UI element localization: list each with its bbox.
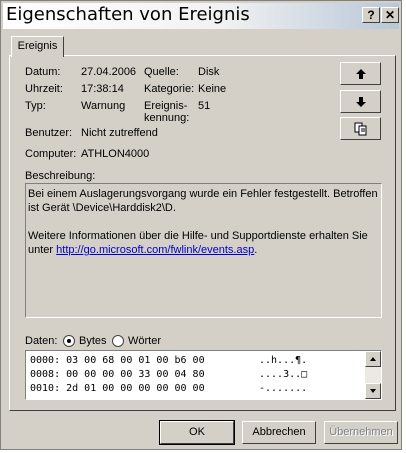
hex-ascii: -....... <box>259 383 308 394</box>
description-label: Beschreibung: <box>25 170 96 182</box>
data-hex-view[interactable]: 0000: 03 00 68 00 01 00 b6 00 ..h...¶. 0… <box>25 350 382 400</box>
tab-ereignis[interactable]: Ereignis <box>11 36 64 57</box>
event-id-value: 51 <box>198 100 211 112</box>
category-label: Kategorie: <box>144 83 195 95</box>
close-button[interactable]: ✕ <box>381 7 399 23</box>
previous-event-button[interactable] <box>340 62 381 85</box>
time-value: 17:38:14 <box>81 83 124 95</box>
hex-ascii: ....3..□ <box>259 369 308 380</box>
category-value: Keine <box>198 83 227 95</box>
cancel-button-label: Abbrechen <box>252 426 306 438</box>
ok-button-label: OK <box>189 426 205 438</box>
hex-row: 0008: 00 00 00 00 33 00 04 80 <box>30 369 205 380</box>
copy-button[interactable] <box>340 117 381 140</box>
title-bar: Eigenschaften von Ereignis ? ✕ <box>3 3 399 29</box>
copy-icon <box>354 122 367 136</box>
source-value: Disk <box>198 66 220 78</box>
type-label: Typ: <box>25 100 46 112</box>
next-event-button[interactable] <box>340 90 381 113</box>
arrow-up-icon <box>356 69 366 79</box>
words-radio[interactable] <box>112 335 124 347</box>
hex-scrollbar[interactable] <box>365 351 381 399</box>
apply-button-label: Übernehmen <box>329 426 393 438</box>
scroll-up-arrow-icon <box>370 357 376 361</box>
user-label: Benutzer: <box>25 127 73 139</box>
scroll-down-arrow-icon <box>370 389 376 393</box>
ok-button[interactable]: OK <box>159 420 235 445</box>
bytes-radio-label[interactable]: Bytes <box>79 335 107 348</box>
time-label: Uhrzeit: <box>25 83 63 95</box>
apply-button[interactable]: Übernehmen <box>324 421 398 444</box>
hex-row: 0010: 2d 01 00 00 00 00 00 00 <box>30 383 205 394</box>
help-button[interactable]: ? <box>362 7 380 23</box>
date-value: 27.04.2006 <box>81 66 137 78</box>
hex-ascii: ..h...¶. <box>259 355 308 366</box>
event-id-label-line2: kennung: <box>144 112 190 124</box>
scroll-down-button[interactable] <box>365 383 381 399</box>
scroll-up-button[interactable] <box>365 351 381 367</box>
source-label: Quelle: <box>144 66 179 78</box>
data-label: Daten: <box>25 335 58 347</box>
words-radio-label[interactable]: Wörter <box>128 335 161 348</box>
description-text: Bei einem Auslagerungsvorgang wurde ein … <box>28 188 378 214</box>
computer-value: ATHLON4000 <box>81 148 150 160</box>
cancel-button[interactable]: Abbrechen <box>242 421 316 444</box>
radio-selected-dot <box>67 339 71 343</box>
description-box[interactable]: Bei einem Auslagerungsvorgang wurde ein … <box>25 183 382 318</box>
date-label: Datum: <box>25 66 61 78</box>
event-properties-dialog: Eigenschaften von Ereignis ? ✕ Ereignis … <box>0 0 402 450</box>
window-title: Eigenschaften von Ereignis <box>6 4 250 25</box>
more-info-link[interactable]: http://go.microsoft.com/fwlink/events.as… <box>56 244 254 256</box>
type-value: Warnung <box>81 100 126 112</box>
computer-label: Computer: <box>25 148 77 160</box>
more-info-suffix: . <box>254 244 258 256</box>
hex-row: 0000: 03 00 68 00 01 00 b6 00 <box>30 355 205 366</box>
bytes-radio[interactable] <box>63 335 75 347</box>
arrow-down-icon <box>356 97 366 107</box>
user-value: Nicht zutreffend <box>81 127 158 139</box>
description-more-info: Weitere Informationen über die Hilfe- un… <box>28 229 379 257</box>
